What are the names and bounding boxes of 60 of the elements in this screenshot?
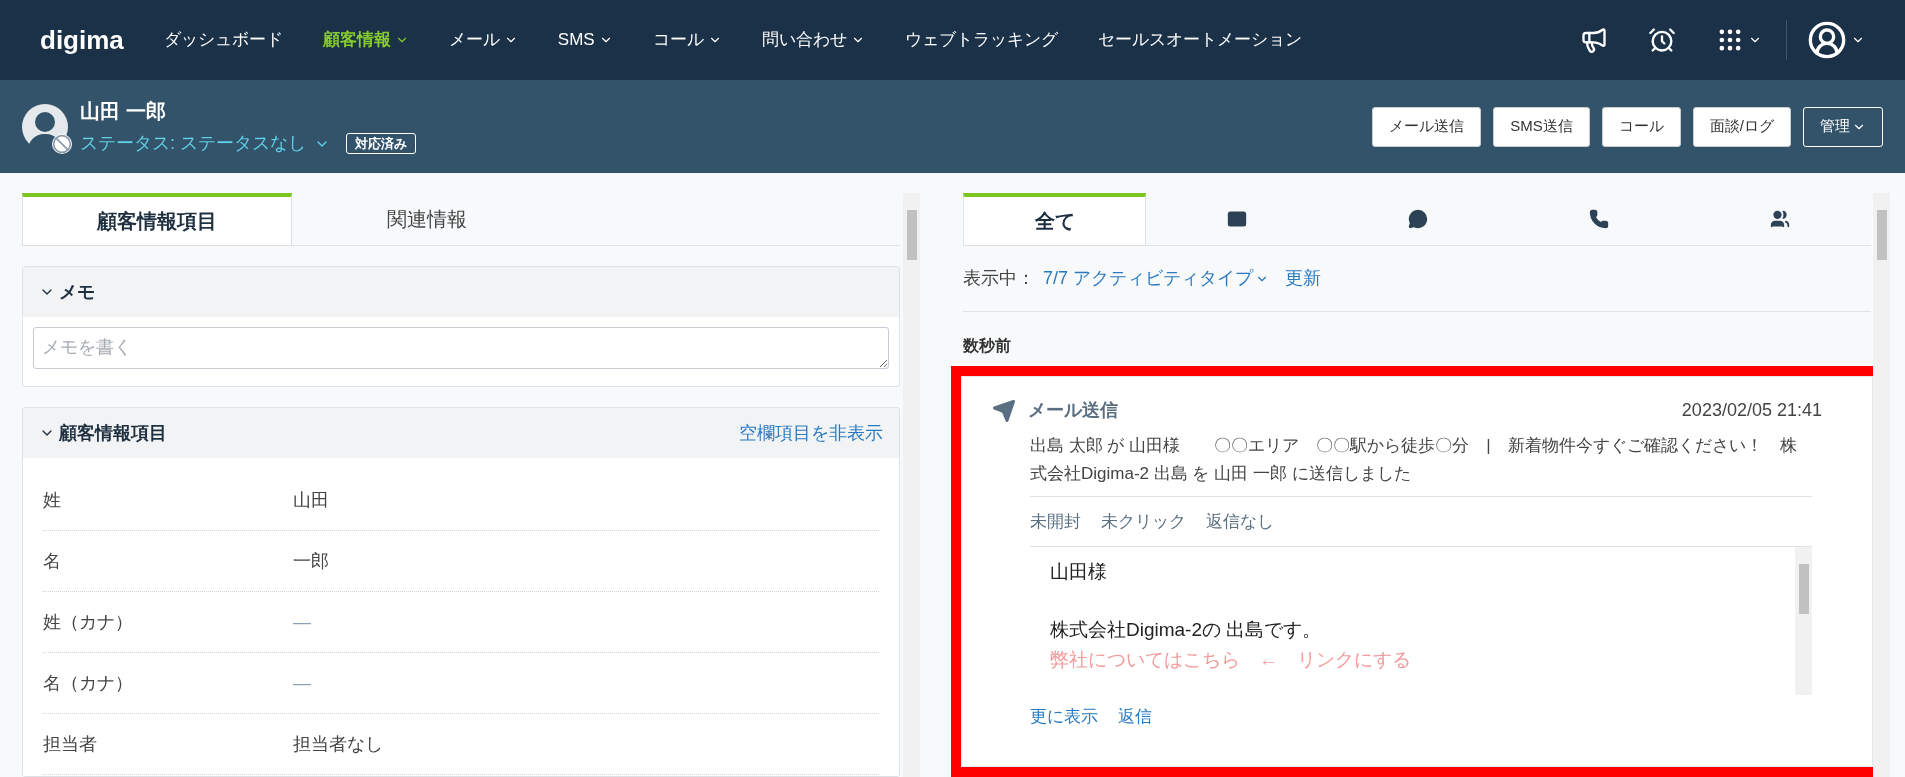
field-label: 姓 bbox=[43, 488, 62, 512]
scrollbar[interactable] bbox=[903, 193, 920, 777]
activity-type: メール送信 bbox=[1028, 399, 1118, 422]
scrollbar[interactable] bbox=[1795, 547, 1812, 695]
alarm-clock-icon[interactable] bbox=[1648, 26, 1676, 54]
nav-item[interactable]: ダッシュボード bbox=[163, 27, 283, 53]
nav-item[interactable]: 問い合わせ bbox=[761, 27, 865, 53]
time-group-label: 数秒前 bbox=[963, 336, 1012, 356]
field-label: 名 bbox=[43, 549, 62, 573]
paper-plane-icon bbox=[992, 398, 1016, 423]
status-badge: 対応済み bbox=[346, 132, 416, 155]
activity-summary: 出島 太郎 が 山田様 〇〇エリア 〇〇駅から徒歩〇分 | 新着物件今すぐご確認ください！ 株式会社Digima-2 出島 を 山田 一郎 に送信しました bbox=[1030, 432, 1812, 497]
activity-link[interactable]: 更に表示 bbox=[1030, 704, 1098, 730]
action-button[interactable]: コール bbox=[1601, 106, 1681, 147]
preview-line: 株式会社Digima-2の 出島です。 bbox=[1050, 618, 1323, 642]
people-icon bbox=[1770, 209, 1791, 229]
refresh-link[interactable]: 更新 bbox=[1285, 265, 1322, 292]
action-button[interactable]: SMS送信 bbox=[1493, 106, 1590, 147]
memo-header[interactable]: メモ bbox=[23, 267, 899, 317]
email-status: 未開封 bbox=[1030, 510, 1081, 533]
logo[interactable]: digima bbox=[40, 20, 124, 60]
speech-bubble-icon bbox=[1408, 209, 1428, 229]
field-value: — bbox=[293, 610, 311, 634]
preview-note: 弊社についてはこちら ← リンクにする bbox=[1050, 648, 1412, 672]
fields-header[interactable]: 顧客情報項目 bbox=[39, 419, 167, 447]
tab[interactable]: 全て bbox=[963, 193, 1147, 245]
field-value: 担当者なし bbox=[293, 732, 383, 756]
hide-empty-link[interactable]: 空欄項目を非表示 bbox=[739, 419, 883, 447]
field-value: 山田 bbox=[293, 488, 329, 512]
nav-item[interactable]: 顧客情報 bbox=[322, 27, 409, 53]
activity-link[interactable]: 返信 bbox=[1118, 704, 1152, 730]
memo-field[interactable]: メモを書く bbox=[33, 327, 889, 369]
tab[interactable]: 関連情報 bbox=[292, 193, 562, 245]
email-status: 未クリック bbox=[1101, 510, 1186, 533]
megaphone-icon[interactable] bbox=[1580, 26, 1608, 54]
avatar-icon[interactable] bbox=[1807, 20, 1847, 60]
nav-item[interactable]: コール bbox=[652, 27, 722, 53]
nav-item[interactable]: ウェブトラッキング bbox=[904, 27, 1058, 53]
mail-icon bbox=[1226, 209, 1247, 229]
contact-name: 山田 一郎 bbox=[80, 99, 167, 124]
action-button[interactable]: 面談/ログ bbox=[1692, 106, 1791, 147]
phone-icon bbox=[1589, 209, 1610, 229]
field-value: 一郎 bbox=[293, 549, 329, 573]
field-label: 名（カナ） bbox=[43, 671, 134, 695]
action-button[interactable]: 管理 bbox=[1803, 106, 1883, 147]
nav-item[interactable]: SMS bbox=[557, 27, 613, 53]
field-value: — bbox=[293, 671, 311, 695]
status-dropdown[interactable]: ステータス: ステータスなし bbox=[80, 130, 330, 157]
filter-label: 表示中： bbox=[963, 267, 1035, 290]
nav-item[interactable]: セールスオートメーション bbox=[1097, 27, 1302, 53]
preview-line: 山田様 bbox=[1050, 560, 1108, 584]
filter-dropdown[interactable]: 7/7 アクティビティタイプ bbox=[1043, 265, 1270, 292]
email-status: 返信なし bbox=[1206, 510, 1274, 533]
action-button[interactable]: メール送信 bbox=[1372, 106, 1482, 147]
field-label: 姓（カナ） bbox=[43, 610, 134, 634]
field-label: 担当者 bbox=[43, 732, 98, 756]
tab[interactable]: 顧客情報項目 bbox=[22, 193, 292, 245]
scrollbar[interactable] bbox=[1873, 193, 1890, 777]
nav-item[interactable]: メール bbox=[448, 27, 518, 53]
activity-time: 2023/02/05 21:41 bbox=[1681, 399, 1822, 422]
